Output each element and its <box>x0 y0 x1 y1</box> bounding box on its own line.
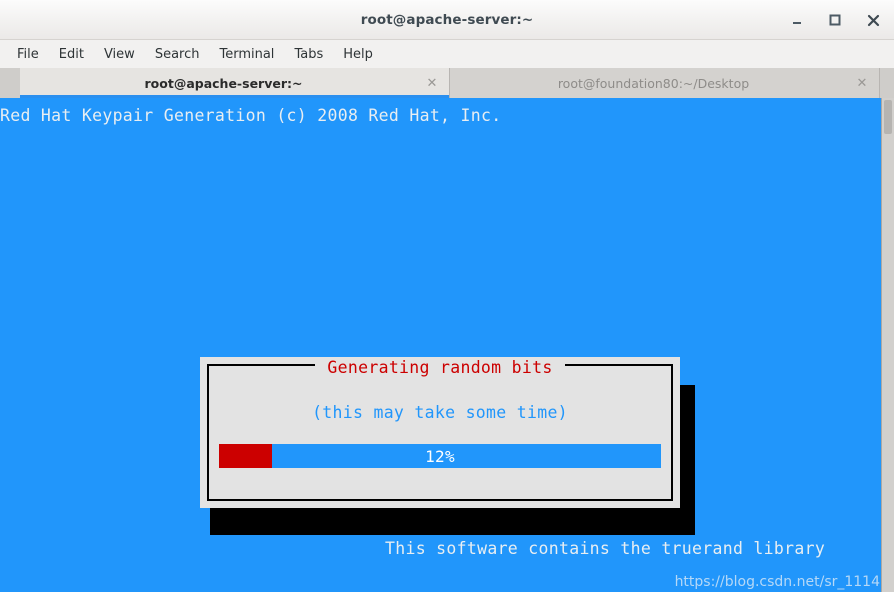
tab-close-icon[interactable]: ✕ <box>855 75 869 91</box>
close-icon <box>867 14 879 26</box>
menu-item-view[interactable]: View <box>95 44 144 65</box>
terminal-scrollbar[interactable] <box>881 98 894 592</box>
tab-bar: root@apache-server:~ ✕ root@foundation80… <box>0 68 894 98</box>
terminal-content[interactable]: Red Hat Keypair Generation (c) 2008 Red … <box>0 98 894 592</box>
maximize-button[interactable] <box>822 7 848 33</box>
tab-foundation80[interactable]: root@foundation80:~/Desktop ✕ <box>450 68 880 98</box>
menu-item-edit[interactable]: Edit <box>50 44 93 65</box>
menu-item-tabs[interactable]: Tabs <box>285 44 332 65</box>
terminal-header-line: Red Hat Keypair Generation (c) 2008 Red … <box>0 106 502 125</box>
menu-item-file[interactable]: File <box>8 44 48 65</box>
progress-bar: 12% <box>219 444 661 468</box>
minimize-icon <box>793 22 801 24</box>
tab-label: root@apache-server:~ <box>144 75 303 91</box>
dialog-border <box>207 364 673 501</box>
minimize-button[interactable] <box>784 7 810 33</box>
window-controls <box>784 0 886 40</box>
terminal-scrollbar-thumb[interactable] <box>884 100 892 134</box>
dialog-title: Generating random bits <box>200 358 680 377</box>
dialog-title-text: Generating random bits <box>315 358 565 377</box>
terminal-window: root@apache-server:~ File Edit View Sear… <box>0 0 894 592</box>
title-bar: root@apache-server:~ <box>0 0 894 40</box>
menu-item-terminal[interactable]: Terminal <box>210 44 283 65</box>
progress-bar-label: 12% <box>425 446 455 466</box>
tab-apache-server[interactable]: root@apache-server:~ ✕ <box>20 68 450 98</box>
tab-close-icon[interactable]: ✕ <box>425 75 439 91</box>
menu-bar: File Edit View Search Terminal Tabs Help <box>0 40 894 68</box>
menu-item-search[interactable]: Search <box>146 44 209 65</box>
menu-item-help[interactable]: Help <box>334 44 382 65</box>
dialog-body: Generating random bits (this may take so… <box>200 357 680 508</box>
tab-label: root@foundation80:~/Desktop <box>557 75 750 91</box>
maximize-icon <box>829 14 841 26</box>
dialog-subtitle: (this may take some time) <box>312 403 568 422</box>
window-title: root@apache-server:~ <box>360 11 534 28</box>
watermark: https://blog.csdn.net/sr_1114 <box>674 574 880 590</box>
progress-dialog: Generating random bits (this may take so… <box>200 357 695 535</box>
close-button[interactable] <box>860 7 886 33</box>
terminal-footer-line-1: This software contains the truerand libr… <box>385 539 826 558</box>
